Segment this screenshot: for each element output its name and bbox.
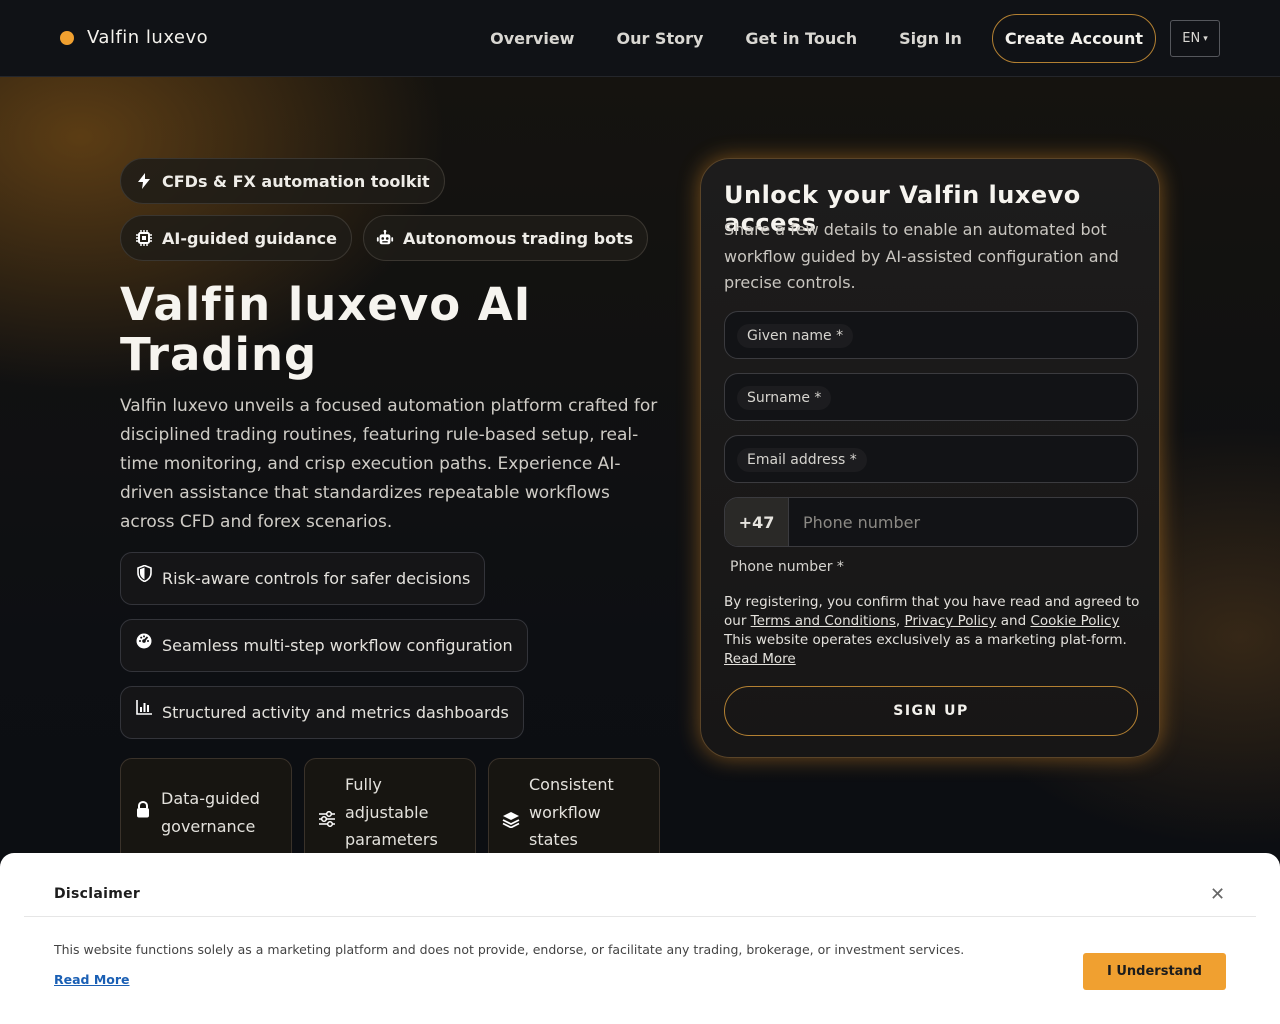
card-governance: Data-guided governance xyxy=(120,758,292,868)
brand-dot-icon xyxy=(60,30,74,45)
feature-risk-controls: Risk-aware controls for safer decisions xyxy=(120,552,486,605)
pill-label: AI-guided guidance xyxy=(162,228,337,248)
brand-logo[interactable]: Valfin luxevo xyxy=(60,27,208,48)
pill-ai-guidance: AI-guided guidance xyxy=(120,215,352,261)
phone-field-group: +47 xyxy=(724,497,1138,547)
given-name-label: Given name * xyxy=(737,324,854,348)
lock-icon xyxy=(133,801,153,818)
signup-description: Share a few details to enable an automat… xyxy=(724,220,1119,292)
bar-chart-icon xyxy=(135,700,153,715)
signup-panel: Unlock your Valfin luxevo access Share a… xyxy=(700,158,1160,758)
card-label: Consistent workflow states xyxy=(529,775,614,849)
card-label: Fully adjustable parameters xyxy=(345,775,438,849)
card-workflow-states: Consistent workflow states xyxy=(488,758,660,868)
feature-workflow-config: Seamless multi-step workflow configurati… xyxy=(120,619,528,672)
consent-suffix: This website operates exclusively as a m… xyxy=(724,632,1127,648)
language-selector[interactable]: EN ▾ xyxy=(1170,20,1220,57)
main-nav: Overview Our Story Get in Touch Sign In … xyxy=(448,14,1220,63)
brand-name: Valfin luxevo xyxy=(87,27,209,48)
shield-icon xyxy=(135,565,153,582)
given-name-field[interactable]: Given name * xyxy=(724,311,1138,359)
email-field[interactable]: Email address * xyxy=(724,435,1138,483)
pill-label: CFDs & FX automation toolkit xyxy=(162,171,430,191)
chevron-down-icon: ▾ xyxy=(1203,33,1208,44)
close-icon[interactable]: ✕ xyxy=(1210,884,1225,905)
chip-icon xyxy=(135,229,153,247)
pill-trading-bots: Autonomous trading bots xyxy=(363,215,649,261)
top-navbar: Valfin luxevo Overview Our Story Get in … xyxy=(0,0,1280,77)
understand-button[interactable]: I Understand xyxy=(1083,953,1226,990)
layers-icon xyxy=(501,811,521,828)
robot-icon xyxy=(376,229,394,247)
email-label: Email address * xyxy=(737,448,867,472)
cookie-link[interactable]: Cookie Policy xyxy=(1030,613,1119,629)
signup-button[interactable]: SIGN UP xyxy=(724,686,1138,736)
surname-label: Surname * xyxy=(737,386,832,410)
privacy-link[interactable]: Privacy Policy xyxy=(904,613,996,629)
consent-and: and xyxy=(1000,613,1027,629)
nav-overview[interactable]: Overview xyxy=(490,29,574,48)
bolt-icon xyxy=(135,172,153,190)
feature-label: Seamless multi-step workflow configurati… xyxy=(162,636,513,655)
feature-label: Structured activity and metrics dashboar… xyxy=(162,703,509,722)
feature-label: Risk-aware controls for safer decisions xyxy=(162,569,471,588)
disclaimer-banner: Disclaimer ✕ This website functions sole… xyxy=(0,853,1280,1024)
nav-sign-in[interactable]: Sign In xyxy=(899,29,962,48)
divider xyxy=(24,916,1256,917)
feature-dashboards: Structured activity and metrics dashboar… xyxy=(120,686,524,739)
gauge-icon xyxy=(135,633,153,649)
phone-label: Phone number * xyxy=(730,559,844,575)
nav-our-story[interactable]: Our Story xyxy=(616,29,703,48)
sliders-icon xyxy=(317,811,337,827)
card-parameters: Fully adjustable parameters xyxy=(304,758,476,868)
pill-label: Autonomous trading bots xyxy=(403,228,634,248)
create-account-button[interactable]: Create Account xyxy=(991,14,1156,63)
phone-input[interactable] xyxy=(789,498,1137,546)
disclaimer-read-more[interactable]: Read More xyxy=(54,972,130,987)
phone-country-code[interactable]: +47 xyxy=(725,498,789,546)
read-more-link[interactable]: Read More xyxy=(724,651,796,667)
hero-description: Valfin luxevo unveils a focused automati… xyxy=(120,396,658,532)
hero-title: Valfin luxevo AI Trading xyxy=(120,278,532,381)
nav-get-in-touch[interactable]: Get in Touch xyxy=(745,29,857,48)
terms-link[interactable]: Terms and Conditions xyxy=(751,613,896,629)
disclaimer-title: Disclaimer xyxy=(54,886,141,902)
surname-field[interactable]: Surname * xyxy=(724,373,1138,421)
disclaimer-text: This website functions solely as a marke… xyxy=(54,942,965,957)
pill-cfd-fx: CFDs & FX automation toolkit xyxy=(120,158,445,204)
consent-text: By registering, you confirm that you hav… xyxy=(724,594,1140,667)
language-label: EN xyxy=(1182,31,1201,46)
card-label: Data-guided governance xyxy=(161,789,260,836)
